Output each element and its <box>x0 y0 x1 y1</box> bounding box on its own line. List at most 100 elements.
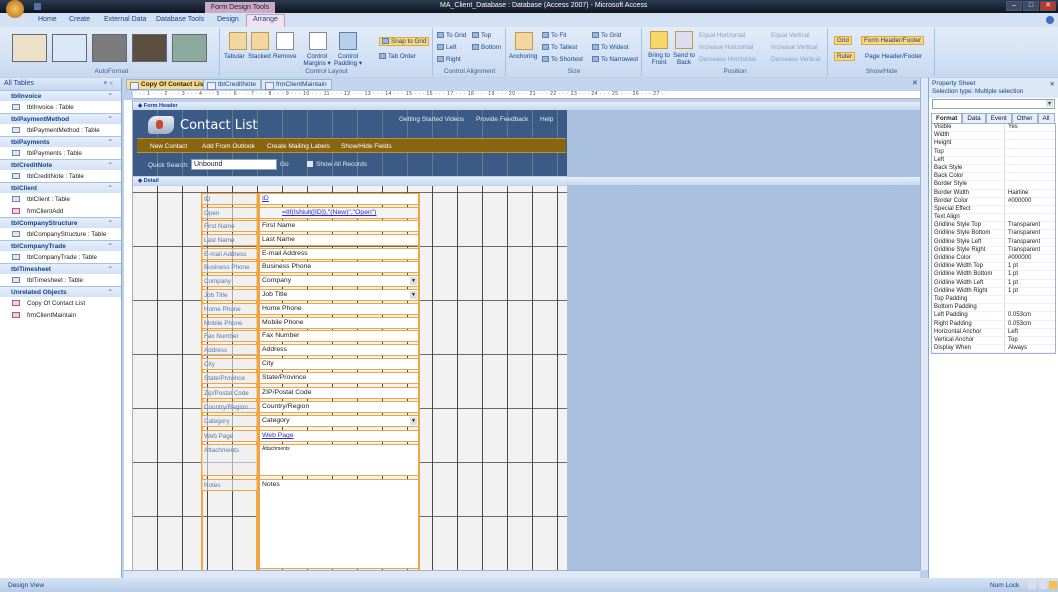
field-control[interactable]: Country/Region <box>259 401 419 413</box>
property-value[interactable]: 0.053cm <box>1005 312 1055 319</box>
property-value[interactable]: Always <box>1005 345 1055 352</box>
property-row[interactable]: Vertical Anchor Top <box>932 336 1055 346</box>
property-row[interactable]: Top <box>932 148 1055 157</box>
property-row[interactable]: Text Align <box>932 214 1055 223</box>
nav-item[interactable]: tblCompanyTrade : Table <box>0 251 121 263</box>
doc-tab-frmclientmaintain[interactable]: frmClientMaintain <box>261 79 332 90</box>
property-row[interactable]: Gridline Width Top 1 pt <box>932 263 1055 272</box>
nav-group-header[interactable]: tblClient ⌃ <box>0 182 121 193</box>
field-control[interactable]: Business Phone <box>259 261 419 273</box>
nav-item[interactable]: tblPaymentMethod : Table <box>0 124 121 136</box>
getting-started-link[interactable]: Getting Started Videos <box>399 116 464 123</box>
minimize-button[interactable]: – <box>1006 1 1022 11</box>
property-value[interactable] <box>1005 140 1055 147</box>
align-bottom-button[interactable]: Bottom <box>472 44 501 51</box>
field-label[interactable]: City <box>201 358 258 370</box>
property-row[interactable]: Gridline Style Right Transparent <box>932 246 1055 255</box>
property-value[interactable] <box>1005 132 1055 139</box>
property-value[interactable]: Yes <box>1005 124 1055 131</box>
property-row[interactable]: Gridline Style Top Transparent <box>932 222 1055 231</box>
tab-all[interactable]: All <box>1037 113 1055 123</box>
nav-header[interactable]: All Tables ▾ « <box>0 78 121 90</box>
horizontal-scrollbar[interactable] <box>124 570 920 578</box>
to-shortest-button[interactable]: To Shortest <box>542 56 583 63</box>
dropdown-arrow-icon[interactable]: ▼ <box>410 277 417 285</box>
field-control[interactable]: Last Name <box>259 234 419 246</box>
autoformat-option[interactable] <box>92 34 127 62</box>
property-row[interactable]: Gridline Color #000000 <box>932 255 1055 264</box>
layout-view-icon[interactable] <box>1039 581 1047 589</box>
property-row[interactable]: Border Style <box>932 181 1055 190</box>
show-all-records-checkbox[interactable]: Show All Records <box>307 161 367 168</box>
field-label[interactable]: State/Province <box>201 372 258 384</box>
field-label[interactable]: Business Phone <box>201 261 258 273</box>
property-row[interactable]: Display When Always <box>932 345 1055 354</box>
nav-group-header[interactable]: Unrelated Objects ⌃ <box>0 286 121 297</box>
field-label[interactable]: Notes <box>201 479 258 491</box>
tab-external-data[interactable]: External Data <box>98 15 152 24</box>
field-control[interactable]: Web Page <box>259 430 419 442</box>
property-value[interactable] <box>1005 206 1055 213</box>
nav-item[interactable]: frmClientAdd <box>0 205 121 217</box>
control-margins-button[interactable]: Control Margins ▾ <box>301 53 333 67</box>
field-label[interactable]: Address <box>201 344 258 356</box>
doc-tab-copy-of-contact-list[interactable]: Copy Of Contact List <box>126 79 211 90</box>
field-control[interactable]: Category ▼ <box>259 415 419 427</box>
nav-item[interactable]: Copy Of Contact List <box>0 297 121 309</box>
collapse-icon[interactable]: ⌃ <box>108 138 113 146</box>
design-view-icon[interactable] <box>1049 581 1057 589</box>
property-value[interactable] <box>1005 173 1055 180</box>
tab-create[interactable]: Create <box>63 15 96 24</box>
detail-section-bar[interactable]: ◆ Detail <box>133 177 920 185</box>
new-contact-button[interactable]: New Contact <box>150 143 187 150</box>
go-button[interactable]: Go <box>280 161 289 168</box>
property-value[interactable]: 1 pt <box>1005 288 1055 295</box>
field-control[interactable]: Address <box>259 344 419 356</box>
create-mailing-labels-button[interactable]: Create Mailing Labels <box>267 143 330 150</box>
property-row[interactable]: Gridline Width Bottom 1 pt <box>932 271 1055 280</box>
bring-to-front-button[interactable]: Bring to Front <box>646 52 672 66</box>
field-label[interactable]: Fax Number <box>201 330 258 342</box>
property-value[interactable]: #000000 <box>1005 255 1055 262</box>
stacked-button[interactable]: Stacked <box>248 53 271 60</box>
property-row[interactable]: Visible Yes <box>932 124 1055 133</box>
to-widest-button[interactable]: To Widest <box>592 44 629 51</box>
tab-home[interactable]: Home <box>32 15 63 24</box>
quick-access-save-icon[interactable] <box>34 3 41 10</box>
horizontal-ruler[interactable]: · · · 1 · · · 2 · · · 3 · · · 4 · · · 5 … <box>133 91 920 99</box>
field-label[interactable]: Last Name <box>201 234 258 246</box>
property-row[interactable]: Gridline Width Right 1 pt <box>932 287 1055 296</box>
anchoring-button[interactable]: Anchoring <box>509 53 537 60</box>
property-row[interactable]: Bottom Padding <box>932 304 1055 313</box>
align-to-grid-button[interactable]: To Grid <box>437 32 466 39</box>
office-button[interactable] <box>6 0 24 18</box>
field-control[interactable]: =IIf(IsNull([ID]),"(New)","Open") <box>259 207 419 219</box>
autoformat-option[interactable] <box>52 34 87 62</box>
maximize-button[interactable]: □ <box>1023 1 1039 11</box>
dropdown-arrow-icon[interactable]: ▼ <box>410 291 417 299</box>
form-view-icon[interactable] <box>1028 581 1036 589</box>
collapse-icon[interactable]: ⌃ <box>108 219 113 227</box>
help-icon[interactable] <box>1046 16 1054 24</box>
collapse-icon[interactable]: ⌃ <box>108 161 113 169</box>
property-value[interactable] <box>1005 296 1055 303</box>
provide-feedback-link[interactable]: Provide Feedback <box>476 116 528 123</box>
form-header-section-bar[interactable]: ◆ Form Header <box>133 102 920 110</box>
collapse-icon[interactable]: ⌃ <box>108 288 113 296</box>
property-value[interactable] <box>1005 214 1055 221</box>
quick-search-input[interactable]: Unbound <box>191 159 277 170</box>
increase-horizontal-button[interactable]: Increase Horizontal <box>699 44 753 51</box>
property-row[interactable]: Right Padding 0.053cm <box>932 320 1055 329</box>
field-control[interactable]: State/Province <box>259 372 419 384</box>
property-value[interactable] <box>1005 157 1055 164</box>
property-row[interactable]: Top Padding <box>932 295 1055 305</box>
property-row[interactable]: Gridline Style Bottom Transparent <box>932 230 1055 239</box>
nav-item[interactable]: frmClientMaintain <box>0 309 121 321</box>
nav-group-header[interactable]: tblInvoice ⌃ <box>0 90 121 101</box>
field-control[interactable]: E-mail Address <box>259 248 419 260</box>
nav-collapse-icon[interactable]: ▾ « <box>104 79 113 87</box>
collapse-icon[interactable]: ⌃ <box>108 92 113 100</box>
nav-item[interactable]: tblClient : Table <box>0 193 121 205</box>
field-control[interactable]: ZIP/Postal Code <box>259 387 419 399</box>
decrease-vertical-button[interactable]: Decrease Vertical <box>771 56 820 63</box>
